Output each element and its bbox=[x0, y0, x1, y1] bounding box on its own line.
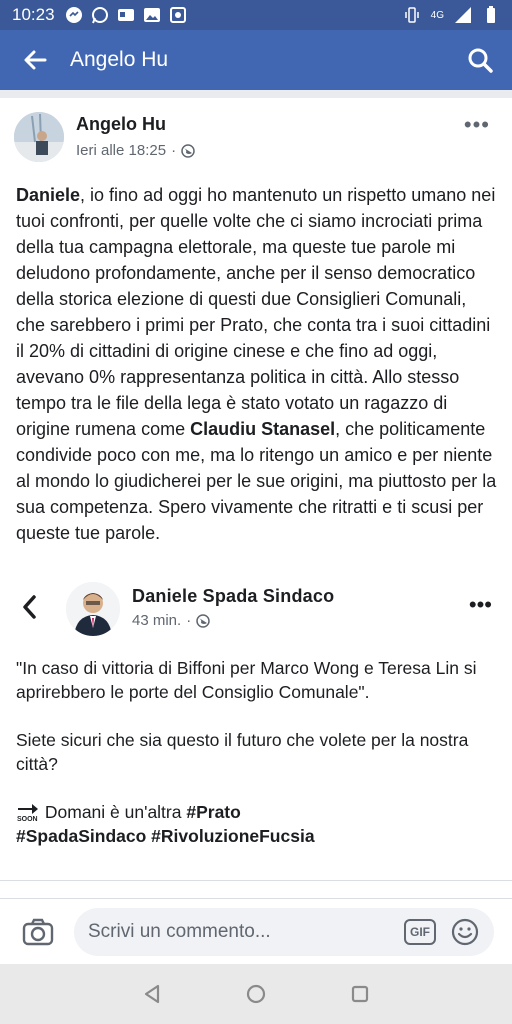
app-bar: Angelo Hu bbox=[0, 30, 512, 90]
shared-line-3-text: Domani è un'altra bbox=[44, 802, 187, 822]
gif-button[interactable]: GIF bbox=[404, 918, 436, 945]
shared-paragraph-1: "In caso di vittoria di Biffoni per Marc… bbox=[16, 658, 477, 702]
status-right: 4G bbox=[403, 6, 500, 24]
separator-dot: · bbox=[171, 142, 177, 159]
gallery-icon bbox=[143, 8, 160, 22]
nav-home-icon[interactable] bbox=[244, 982, 268, 1006]
shared-paragraph-2: Siete sicuri che sia questo il futuro ch… bbox=[16, 730, 469, 774]
nav-recents-icon[interactable] bbox=[348, 982, 372, 1006]
sync-icon bbox=[169, 7, 186, 23]
avatar-photo bbox=[14, 112, 64, 162]
shared-meta: 43 min. · bbox=[132, 612, 210, 629]
globe-icon bbox=[196, 613, 210, 628]
mention-daniele[interactable]: Daniele bbox=[16, 185, 80, 205]
camera-icon bbox=[22, 918, 54, 945]
comment-placeholder: Scrivi un commento... bbox=[88, 920, 271, 942]
post-header: Angelo Hu Ieri alle 18:25 · ••• bbox=[14, 112, 498, 164]
comment-input[interactable]: Scrivi un commento... GIF bbox=[74, 907, 494, 956]
camera-button[interactable] bbox=[18, 912, 58, 952]
action-row-peek bbox=[0, 880, 512, 898]
globe-icon bbox=[181, 143, 195, 158]
soon-arrow-icon: SOON bbox=[17, 804, 38, 822]
shared-line-3: SOON Domani è un'altra #Prato bbox=[16, 800, 500, 824]
page-title: Angelo Hu bbox=[70, 48, 169, 71]
separator-dot: · bbox=[186, 612, 192, 629]
post-text-part1: , io fino ad oggi ho mantenuto un rispet… bbox=[16, 185, 496, 439]
svg-text:SOON: SOON bbox=[17, 816, 38, 822]
news-icon bbox=[117, 9, 134, 21]
shared-back-button[interactable] bbox=[20, 594, 38, 625]
search-button[interactable] bbox=[448, 30, 512, 90]
status-bar: 10:23 4G bbox=[0, 0, 512, 30]
back-button[interactable] bbox=[0, 30, 70, 90]
post-options-button[interactable]: ••• bbox=[464, 114, 490, 136]
status-time: 10:23 bbox=[12, 5, 55, 24]
shared-body: "In caso di vittoria di Biffoni per Marc… bbox=[16, 656, 500, 848]
chevron-left-icon bbox=[23, 595, 36, 619]
shared-author-name[interactable]: Daniele Spada Sindaco bbox=[132, 586, 334, 607]
mention-claudiu[interactable]: Claudiu Stanasel bbox=[190, 419, 335, 439]
comment-bar: Scrivi un commento... GIF bbox=[0, 898, 512, 964]
shared-time[interactable]: 43 min. bbox=[132, 612, 181, 629]
vibrate-icon bbox=[404, 7, 419, 23]
arrow-left-icon bbox=[24, 50, 47, 70]
whatsapp-icon bbox=[91, 7, 108, 24]
search-icon bbox=[468, 48, 493, 73]
emoji-icon[interactable] bbox=[450, 917, 480, 947]
hashtag-prato[interactable]: #Prato bbox=[186, 802, 240, 822]
nav-back-icon[interactable] bbox=[140, 982, 164, 1006]
signal-icon bbox=[455, 7, 471, 23]
author-avatar[interactable] bbox=[14, 112, 64, 162]
post-time[interactable]: Ieri alle 18:25 bbox=[76, 142, 166, 159]
messenger-icon bbox=[65, 7, 82, 23]
shared-options-button[interactable]: ••• bbox=[469, 594, 492, 616]
post-meta: Ieri alle 18:25 · bbox=[76, 142, 195, 159]
shared-avatar-photo bbox=[66, 582, 120, 636]
shared-author-avatar[interactable] bbox=[66, 582, 120, 636]
shared-hashtags[interactable]: #SpadaSindaco #RivoluzioneFucsia bbox=[16, 824, 500, 848]
post-card: Angelo Hu Ieri alle 18:25 · ••• Daniele,… bbox=[0, 98, 512, 898]
notification-icons bbox=[65, 6, 187, 24]
post-body: Daniele, io fino ad oggi ho mantenuto un… bbox=[16, 182, 500, 546]
author-name[interactable]: Angelo Hu bbox=[76, 114, 166, 135]
system-nav-bar bbox=[0, 964, 512, 1024]
battery-icon bbox=[487, 6, 495, 23]
network-type: 4G bbox=[430, 9, 444, 21]
